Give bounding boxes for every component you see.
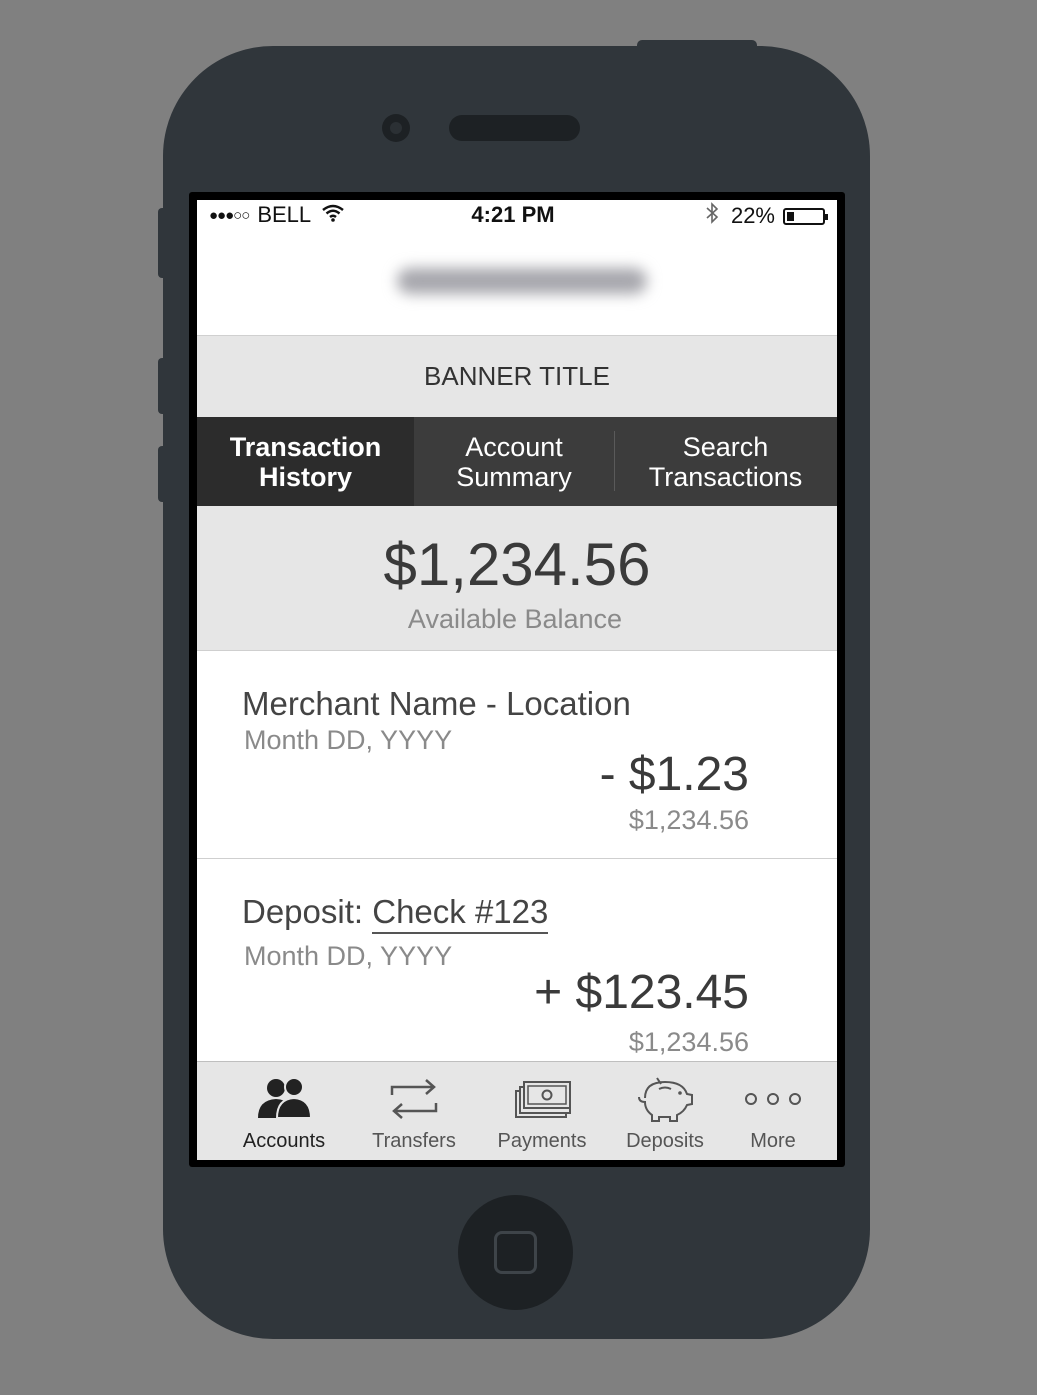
tab-transaction-history[interactable]: Transaction History [197,417,414,506]
banner: BANNER TITLE [197,335,837,417]
transfer-arrows-icon [367,1074,461,1124]
check-image-link[interactable]: Check #123 [372,893,549,934]
blurred-logo [397,268,647,294]
tab-divider [614,431,615,491]
money-stack-icon [495,1074,589,1124]
status-right: 22% [705,202,828,230]
home-button[interactable] [458,1195,573,1310]
front-camera [382,114,410,142]
bottom-tab-bar: Accounts Transfers Payments Deposits Mor… [197,1061,837,1160]
tabbar-label: Payments [497,1130,587,1152]
phone-screen: ●●●○○ BELL 4:21 PM 22% BANNER TITLE Tran… [197,200,837,1160]
transaction-date: Month DD, YYYY [244,725,453,755]
battery-percent: 22% [730,203,775,228]
app-header [197,230,837,335]
transaction-title: Deposit: Check #123 [242,893,549,934]
tabbar-item-deposits[interactable]: Deposits [619,1062,711,1160]
transaction-title-prefix: Deposit: [242,893,373,930]
tabbar-item-transfers[interactable]: Transfers [367,1062,461,1160]
tabbar-item-more[interactable]: More [736,1062,810,1160]
tab-label: Search Transactions [648,431,803,492]
transaction-title: Merchant Name - Location [242,685,631,722]
tab-label: Account Summary [456,431,572,492]
battery-level [787,211,794,221]
people-icon [239,1074,329,1124]
available-balance-label: Available Balance [407,604,623,634]
home-square-icon [494,1231,537,1274]
balance-panel: $1,234.56 Available Balance [197,506,837,651]
status-bar: ●●●○○ BELL 4:21 PM 22% [197,200,837,230]
tab-account-summary[interactable]: Account Summary [414,417,614,506]
transaction-date: Month DD, YYYY [244,941,453,971]
banner-title: BANNER TITLE [424,361,610,391]
battery-icon [783,207,828,225]
tab-search-transactions[interactable]: Search Transactions [614,417,837,506]
tab-label: Transaction History [229,431,382,492]
tabbar-item-payments[interactable]: Payments [495,1062,589,1160]
bluetooth-icon [705,202,719,230]
transaction-running-balance: $1,234.56 [628,1027,749,1057]
tabbar-label: Accounts [242,1130,326,1152]
transaction-amount: - $1.23 [599,748,749,801]
piggy-bank-icon [619,1074,711,1124]
transaction-row[interactable]: Merchant Name - Location Month DD, YYYY … [197,651,837,859]
segmented-tabs: Transaction History Account Summary Sear… [197,417,837,506]
more-dots-icon [736,1074,810,1124]
transaction-row[interactable]: Deposit: Check #123 Month DD, YYYY + $12… [197,859,837,1069]
transaction-running-balance: $1,234.56 [628,805,749,835]
earpiece-speaker [449,115,580,141]
transaction-amount: + $123.45 [534,966,749,1019]
tabbar-label: More [750,1130,796,1152]
tabbar-label: Transfers [372,1130,456,1152]
tabbar-label: Deposits [626,1130,704,1152]
available-balance-amount: $1,234.56 [383,531,651,598]
tabbar-item-accounts[interactable]: Accounts [239,1062,329,1160]
